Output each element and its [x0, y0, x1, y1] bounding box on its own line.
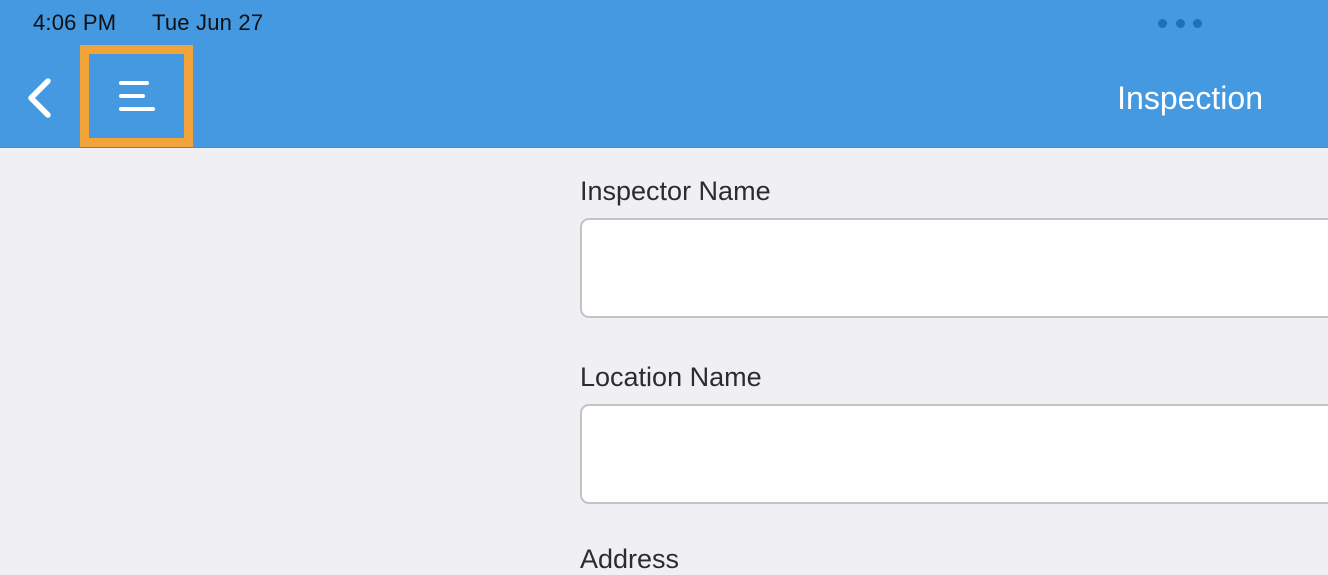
- inspector-name-input[interactable]: [580, 218, 1328, 318]
- location-name-label: Location Name: [580, 362, 762, 392]
- status-date: Tue Jun 27: [152, 10, 264, 35]
- menu-lines-icon: [119, 81, 155, 111]
- status-time: 4:06 PM: [33, 10, 117, 35]
- menu-button[interactable]: [99, 64, 175, 128]
- location-name-input[interactable]: [580, 404, 1328, 504]
- address-label: Address: [580, 544, 680, 574]
- back-button[interactable]: [18, 74, 60, 122]
- inspector-name-label: Inspector Name: [580, 176, 771, 206]
- chevron-left-icon: [28, 78, 51, 118]
- page-title: Inspection: [1117, 80, 1263, 116]
- app-header: 4:06 PM Tue Jun 27 Inspection: [0, 0, 1328, 148]
- multitasking-dots-icon[interactable]: [1158, 19, 1202, 29]
- inspection-form: Inspector Name Location Name Address: [580, 148, 1328, 574]
